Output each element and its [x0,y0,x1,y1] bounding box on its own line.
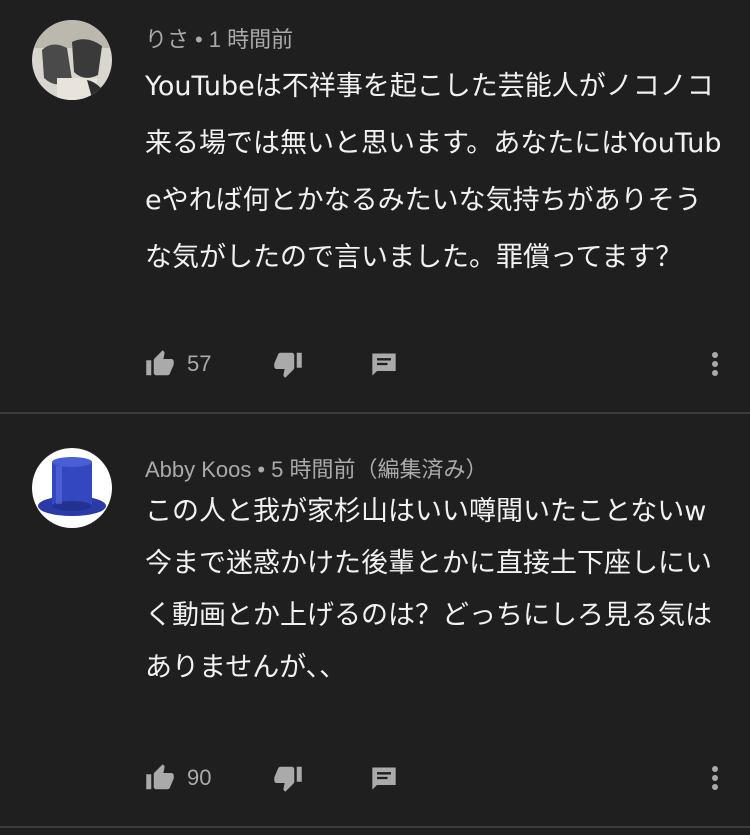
more-vertical-icon [712,352,718,376]
like-button[interactable]: 90 [145,758,211,798]
photo-avatar-icon [32,20,112,100]
meta-separator: • [195,27,203,52]
top-hat-icon [32,448,112,528]
meta-separator: • [257,457,266,482]
comment-time: 1 時間前 [208,27,294,52]
comment-meta: りさ • 1 時間前 [145,22,293,54]
like-count: 57 [187,351,212,376]
comment-meta: Abby Koos • 5 時間前（編集済み） [145,452,487,484]
comment-actions: 90 [145,758,735,798]
like-count: 90 [187,765,212,790]
dislike-button[interactable] [273,344,303,384]
like-button[interactable]: 57 [145,344,211,384]
dislike-button[interactable] [273,758,303,798]
comment-text: この人と我が家杉山はいい噂聞いたことないw 今まで迷惑かけた後輩とかに直接土下座… [145,496,712,683]
comment-text: YouTubeは不祥事を起こした芸能人がノコノコ来る場では無いと思います。あなた… [145,71,722,273]
author-name[interactable]: りさ [145,27,189,52]
comment-item: りさ • 1 時間前 YouTubeは不祥事を起こした芸能人がノコノコ来る場では無い… [0,0,750,412]
more-options-button[interactable] [703,344,727,384]
thumbs-up-icon [146,350,174,376]
thumbs-up-icon [146,764,174,790]
reply-comment-icon [372,353,396,376]
more-vertical-icon [712,766,718,790]
avatar[interactable] [32,20,112,100]
reply-button[interactable] [370,344,398,384]
edited-label: （編集済み） [355,457,488,482]
thumbs-down-icon [274,352,302,378]
comment-time: 5 時間前 [271,457,356,482]
avatar[interactable] [32,448,112,528]
comment-divider [0,826,750,828]
comment-actions: 57 [145,344,735,384]
author-name[interactable]: Abby Koos [145,457,251,482]
thumbs-down-icon [274,766,302,792]
reply-button[interactable] [370,758,398,798]
comment-item: Abby Koos • 5 時間前（編集済み） この人と我が家杉山はいい噂聞いたこと… [0,414,750,824]
reply-comment-icon [372,767,396,790]
more-options-button[interactable] [703,758,727,798]
